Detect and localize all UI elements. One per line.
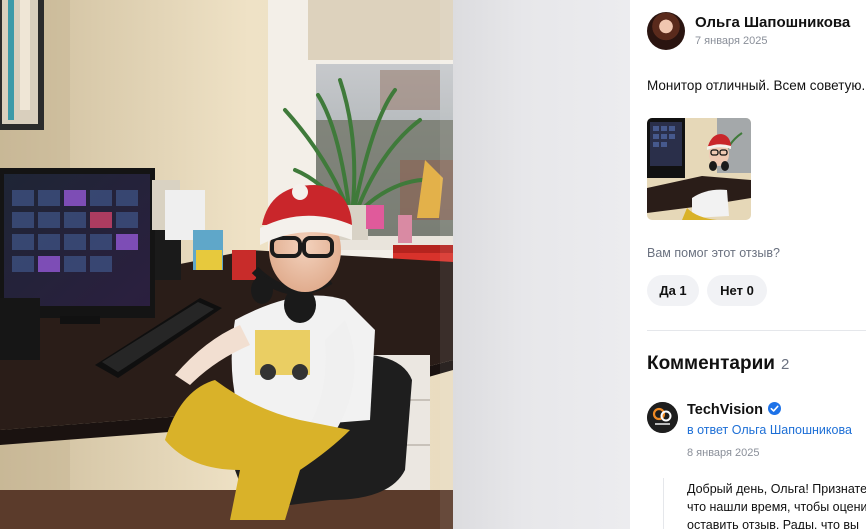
author-name[interactable]: Ольга Шапошникова xyxy=(695,14,850,31)
review-panel: Ольга Шапошникова 7 января 2025 Монитор … xyxy=(630,0,866,529)
review-photo-thumbnail[interactable] xyxy=(647,118,751,220)
comments-count: 2 xyxy=(780,356,790,373)
vote-no-button[interactable]: Нет 0 xyxy=(707,275,767,306)
reply-thread-line xyxy=(663,478,664,529)
comment-author-name[interactable]: TechVision xyxy=(687,402,763,418)
vote-yes-button[interactable]: Да 1 xyxy=(647,275,699,306)
comment-text: Добрый день, Ольга! Признательны, что на… xyxy=(687,480,866,529)
helpful-question: Вам помог этот отзыв? xyxy=(647,246,780,260)
review-text: Монитор отличный. Всем советую. xyxy=(647,78,866,93)
comment-date: 8 января 2025 xyxy=(687,447,760,459)
section-divider xyxy=(647,330,866,331)
reply-to-link[interactable]: в ответ Ольга Шапошникова xyxy=(687,423,852,437)
photo-viewer xyxy=(0,0,630,529)
comments-heading: Комментарии 2 xyxy=(647,353,789,375)
review-photo[interactable] xyxy=(0,0,453,529)
author-avatar[interactable] xyxy=(647,12,685,50)
verified-badge-icon xyxy=(768,402,782,415)
comment-text-line: Добрый день, Ольга! Признательны, xyxy=(687,482,866,496)
techvision-logo[interactable] xyxy=(647,402,678,433)
review-date: 7 января 2025 xyxy=(695,35,768,47)
comment-text-line: что нашли время, чтобы оценить xyxy=(687,500,866,514)
comments-title: Комментарии xyxy=(647,353,775,374)
comment-author[interactable]: TechVision xyxy=(687,402,782,418)
viewer-backdrop xyxy=(453,0,630,529)
comment-text-line: оставить отзыв. Рады, что вы xyxy=(687,518,860,529)
